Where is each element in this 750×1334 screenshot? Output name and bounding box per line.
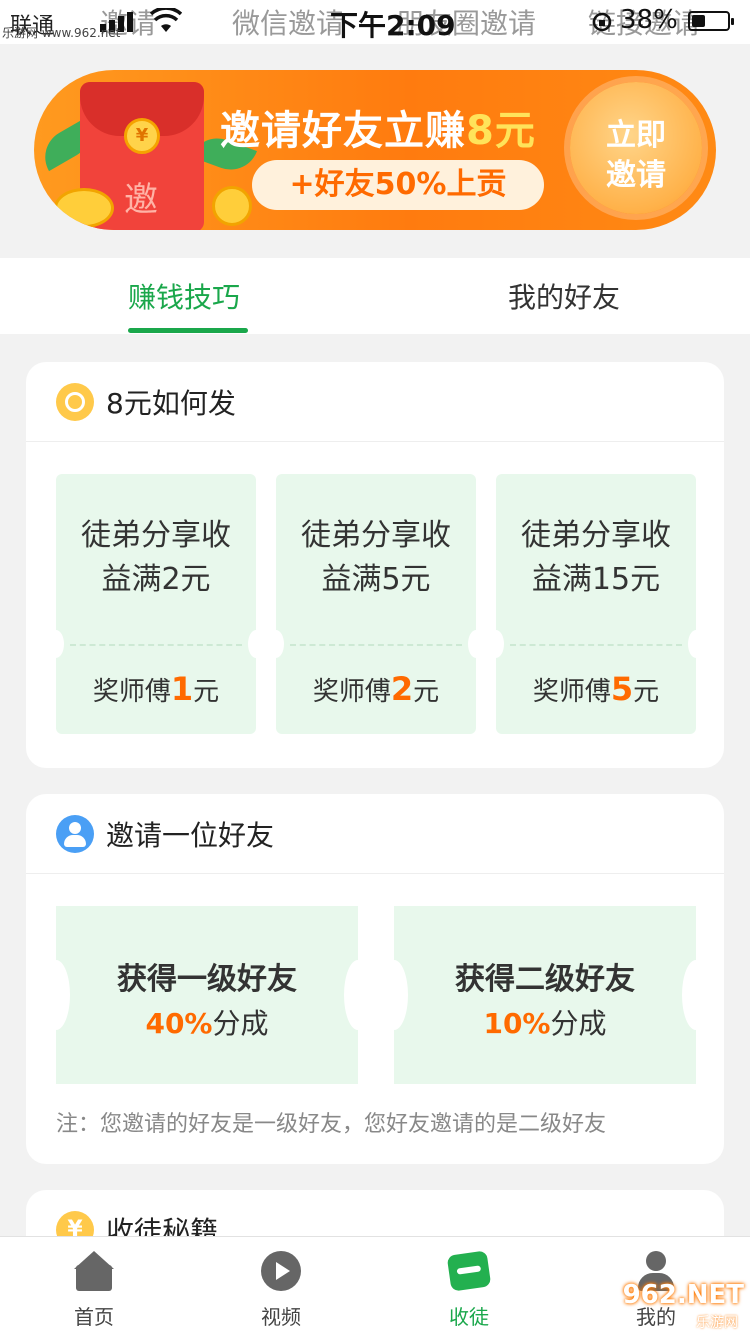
watermark-top: 乐游网 www.962.net	[2, 26, 121, 40]
battery-percent: 38%	[620, 5, 678, 35]
ticket-title: 获得一级好友	[117, 962, 297, 997]
content-tabs: 赚钱技巧 我的好友	[0, 258, 750, 334]
coin-icon	[56, 383, 94, 421]
apprentice-icon	[446, 1250, 492, 1292]
payout-ticket: 徒弟分享收 益满2元 奖师傅1元	[48, 474, 264, 734]
share-tickets: 获得一级好友 40%分成 获得二级好友 10%分成	[42, 906, 710, 1084]
payout-ticket: 徒弟分享收 益满15元 奖师傅5元	[488, 474, 704, 734]
invite-now-button[interactable]: 立即 邀请	[570, 82, 702, 214]
ticket-condition: 徒弟分享收 益满5元	[301, 518, 451, 597]
invite-now-label-1: 立即	[606, 118, 666, 153]
nav-label: 收徒	[449, 1305, 489, 1329]
coin-stack-icon	[54, 188, 114, 228]
nav-video[interactable]: 视频	[221, 1237, 341, 1334]
nav-apprentice[interactable]: 收徒	[409, 1237, 529, 1334]
card-title: 8元如何发	[106, 387, 236, 420]
banner-title: 邀请好友立赚8元	[220, 108, 536, 154]
ticket-condition: 徒弟分享收 益满2元	[81, 518, 231, 597]
ticket-share: 10%分成	[483, 1007, 607, 1040]
card-header: 8元如何发	[26, 362, 724, 442]
ticket-reward: 奖师傅2元	[312, 670, 440, 708]
ticket-reward: 奖师傅1元	[92, 670, 220, 708]
battery-icon	[688, 11, 734, 31]
banner-subtitle: +好友50%上贡	[252, 160, 544, 210]
ticket-reward: 奖师傅5元	[532, 670, 660, 708]
nav-label: 视频	[261, 1305, 301, 1329]
invite-now-label-2: 邀请	[606, 158, 666, 193]
friend-level-note: 注：您邀请的好友是一级好友，您好友邀请的是二级好友	[56, 1112, 607, 1137]
coin-icon: ¥	[124, 118, 160, 154]
ticket-condition: 徒弟分享收 益满15元	[521, 518, 671, 597]
wifi-icon	[150, 8, 182, 32]
nav-home[interactable]: 首页	[34, 1237, 154, 1334]
ticket-share: 40%分成	[145, 1007, 269, 1040]
ticket-title: 获得二级好友	[455, 962, 635, 997]
tab-my-friends[interactable]: 我的好友	[508, 276, 620, 316]
share-ticket: 获得一级好友 40%分成	[42, 906, 372, 1084]
coin-icon	[212, 186, 252, 226]
banner-section: ¥ 邀 邀请好友立赚8元 +好友50%上贡 立即 邀请	[0, 44, 750, 258]
status-time: 下午2:09	[330, 9, 456, 42]
nav-label: 首页	[74, 1305, 114, 1329]
watermark-sub: 乐游网	[696, 1315, 738, 1331]
top-bar: 邀请 微信邀请 朋友圈邀请 链接邀请 联通 下午2:09 38% 乐游网 www…	[0, 0, 750, 44]
share-ticket: 获得二级好友 10%分成	[380, 906, 710, 1084]
home-icon	[74, 1251, 114, 1291]
video-icon	[261, 1251, 301, 1291]
user-icon	[56, 815, 94, 853]
banner-amount: 8元	[466, 108, 536, 154]
rotation-lock-icon	[592, 12, 612, 32]
card-title: 邀请一位好友	[106, 819, 275, 852]
invite-friend-card: 邀请一位好友 获得一级好友 40%分成 获得二级好友 10%分成 注：您邀请的好…	[26, 794, 724, 1164]
invite-banner[interactable]: ¥ 邀 邀请好友立赚8元 +好友50%上贡 立即 邀请	[34, 70, 716, 230]
payout-tickets: 徒弟分享收 益满2元 奖师傅1元 徒弟分享收 益满5元 奖师傅2元 徒弟分享收 益满1…	[48, 474, 704, 734]
payout-ticket: 徒弟分享收 益满5元 奖师傅2元	[268, 474, 484, 734]
watermark-logo: 962.NET	[622, 1280, 744, 1310]
envelope-char: 邀	[124, 180, 158, 220]
card-header: 邀请一位好友	[26, 794, 724, 874]
active-tab-indicator	[128, 328, 248, 333]
payout-card: 8元如何发 徒弟分享收 益满2元 奖师傅1元 徒弟分享收 益满5元 奖师傅2元 徒弟…	[26, 362, 724, 768]
tab-earning-tips[interactable]: 赚钱技巧	[128, 276, 240, 316]
